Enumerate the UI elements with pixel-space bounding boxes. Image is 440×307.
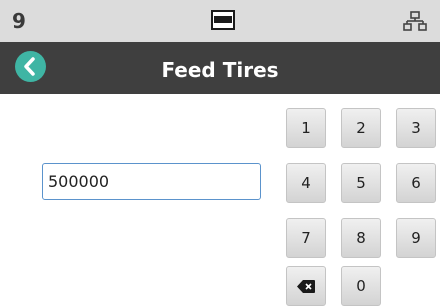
backspace-icon	[297, 280, 315, 293]
key-1[interactable]: 1	[286, 108, 326, 148]
key-8[interactable]: 8	[341, 218, 381, 258]
key-5[interactable]: 5	[341, 163, 381, 203]
title-bar: Feed Tires	[0, 42, 440, 94]
key-6[interactable]: 6	[396, 163, 436, 203]
key-3[interactable]: 3	[396, 108, 436, 148]
key-9[interactable]: 9	[396, 218, 436, 258]
backspace-button[interactable]	[286, 266, 326, 306]
status-bar: 9	[0, 0, 440, 42]
page-title: Feed Tires	[161, 58, 279, 82]
network-icon	[403, 11, 427, 35]
battery-icon	[211, 10, 235, 34]
value-input[interactable]	[42, 163, 261, 200]
key-0[interactable]: 0	[341, 266, 381, 306]
status-number: 9	[12, 9, 26, 33]
key-7[interactable]: 7	[286, 218, 326, 258]
key-2[interactable]: 2	[341, 108, 381, 148]
key-4[interactable]: 4	[286, 163, 326, 203]
